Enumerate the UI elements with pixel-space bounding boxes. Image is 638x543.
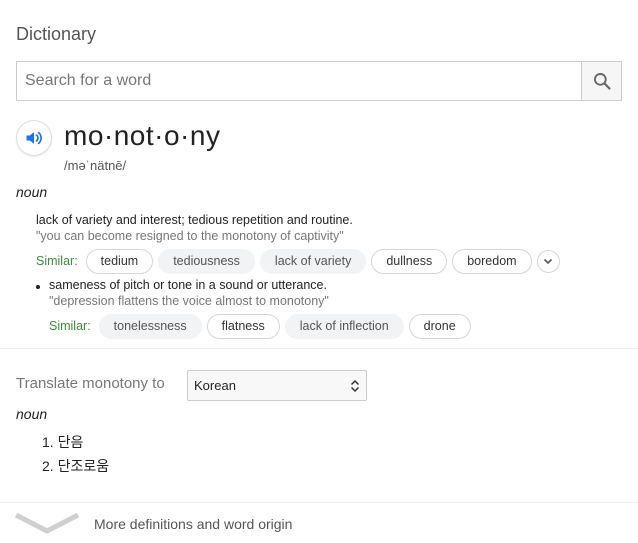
similar-chip-tedium[interactable]: tedium: [85, 248, 154, 274]
similar-chip-lack-of-inflection[interactable]: lack of inflection: [284, 313, 404, 339]
similar-label: Similar:: [36, 254, 78, 268]
similar-row-1: Similar: tedium tediousness lack of vari…: [36, 248, 560, 274]
divider: [0, 502, 638, 503]
similar-chip-lack-of-variety[interactable]: lack of variety: [259, 248, 367, 274]
more-definitions-link[interactable]: More definitions and word origin: [94, 516, 292, 532]
example-1: "you can become resigned to the monotony…: [36, 229, 344, 243]
search-icon: [593, 73, 611, 90]
similar-chip-drone[interactable]: drone: [408, 313, 471, 339]
language-select-value: Korean: [194, 378, 236, 393]
similar-chip-flatness[interactable]: flatness: [206, 313, 280, 339]
definition-2: sameness of pitch or tone in a sound or …: [49, 278, 327, 292]
chevron-down-icon[interactable]: [14, 511, 80, 535]
search-box: [16, 61, 622, 101]
dictionary-card: Dictionary mo·not·o·ny /məˈnätnē/ noun l…: [0, 0, 638, 543]
example-2: "depression flattens the voice almost to…: [49, 294, 329, 308]
translation-item: 1. 단음: [42, 434, 84, 450]
search-input[interactable]: [17, 62, 582, 100]
speaker-icon: [26, 131, 42, 145]
similar-chip-tediousness[interactable]: tediousness: [158, 248, 255, 274]
definition-1: lack of variety and interest; tedious re…: [36, 213, 353, 227]
expand-similar-button[interactable]: [536, 249, 560, 273]
divider: [0, 348, 638, 349]
bullet-dot: [36, 285, 40, 289]
phonetic: /məˈnätnē/: [64, 158, 127, 173]
headword: mo·not·o·ny: [64, 120, 221, 151]
search-button[interactable]: [581, 62, 621, 100]
language-select[interactable]: Korean: [187, 370, 367, 401]
translate-label: Translate monotony to: [16, 375, 165, 392]
similar-chip-tonelessness[interactable]: tonelessness: [98, 313, 202, 339]
similar-label: Similar:: [49, 319, 91, 333]
similar-chip-boredom[interactable]: boredom: [452, 248, 532, 274]
pronunciation-button[interactable]: [16, 120, 52, 156]
dictionary-title: Dictionary: [16, 24, 97, 44]
select-arrows-icon: [350, 379, 360, 393]
chevron-down-icon: [543, 258, 553, 265]
translation-item: 2. 단조로움: [42, 458, 110, 474]
part-of-speech: noun: [16, 184, 48, 200]
similar-chip-dullness[interactable]: dullness: [371, 248, 448, 274]
similar-row-2: Similar: tonelessness flatness lack of i…: [49, 313, 476, 339]
translate-part-of-speech: noun: [16, 406, 48, 422]
